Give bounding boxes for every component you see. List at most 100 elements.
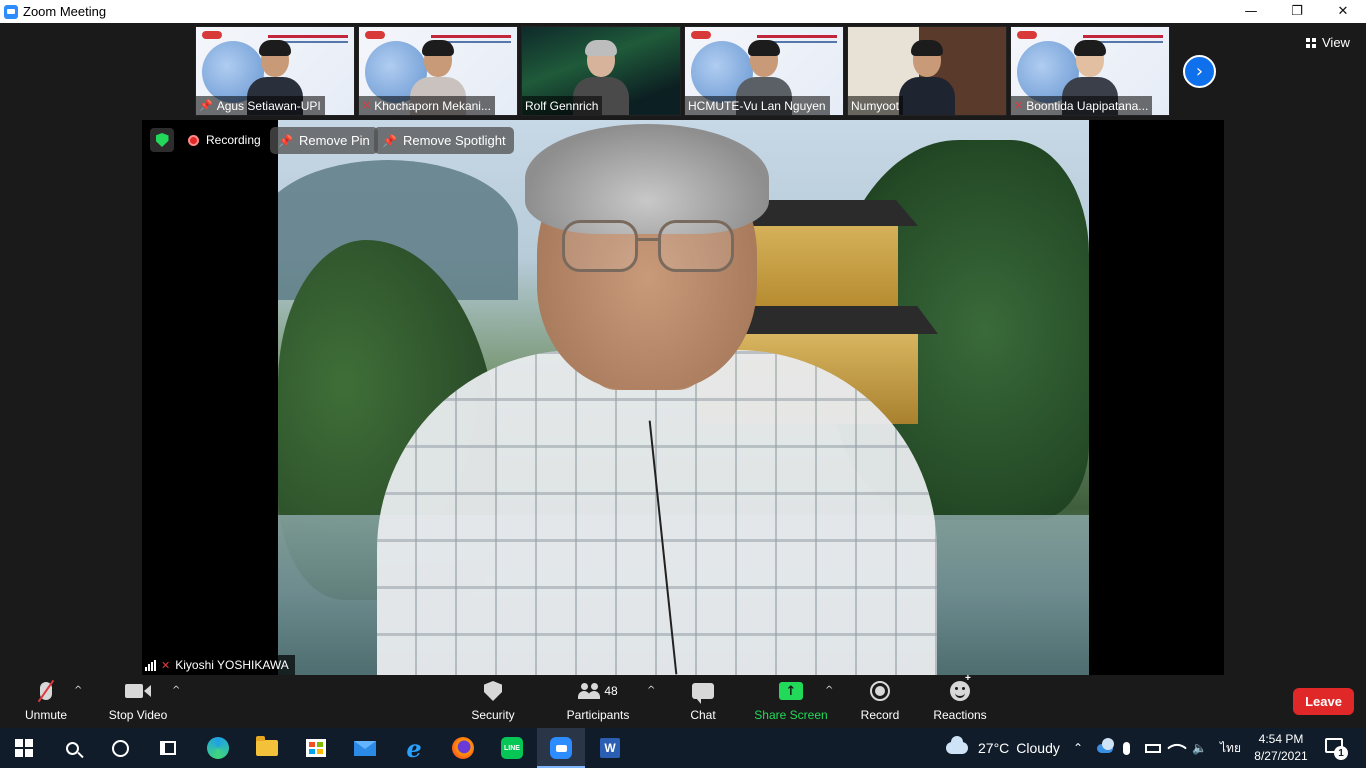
language-indicator[interactable]: ไทย — [1220, 728, 1241, 768]
show-hidden-icons-button[interactable]: ⌃ — [1073, 728, 1083, 768]
participant-name: Boontida Uapipatana... — [1026, 98, 1149, 113]
weather-widget[interactable]: 27°C Cloudy — [946, 728, 1060, 768]
line-taskbar-button[interactable]: LINE — [488, 728, 536, 768]
internet-explorer-taskbar-button[interactable]: e — [390, 728, 438, 768]
volume-tray-icon[interactable]: 🔈 — [1192, 728, 1207, 768]
edge-taskbar-button[interactable] — [194, 728, 242, 768]
mic-muted-icon: ✕ — [362, 99, 372, 112]
smiley-icon: + — [950, 673, 971, 704]
participant-thumbnail[interactable]: ✕ Boontida Uapipatana... — [1010, 26, 1170, 116]
participant-thumbnail[interactable]: Numyoot — [847, 26, 1007, 116]
unmute-button[interactable]: Unmute — [20, 675, 72, 728]
share-options-caret[interactable]: ^ — [825, 685, 833, 696]
active-speaker-video[interactable] — [142, 120, 1224, 675]
participant-name-bar: ✕ Boontida Uapipatana... — [1011, 96, 1153, 115]
participants-icon — [578, 683, 601, 699]
view-label: View — [1322, 35, 1350, 50]
chat-icon — [692, 678, 714, 704]
participant-video — [899, 40, 955, 115]
clock-time: 4:54 PM — [1258, 732, 1304, 746]
participant-thumbnail[interactable]: ✕ Khochaporn Mekani... — [358, 26, 518, 116]
onedrive-tray-icon[interactable] — [1097, 728, 1114, 768]
participant-name: Rolf Gennrich — [525, 98, 599, 113]
participant-name-bar: Numyoot — [848, 96, 904, 115]
notification-count-badge: 1 — [1334, 746, 1348, 760]
share-screen-icon: ↑ — [779, 678, 803, 704]
search-button[interactable] — [48, 728, 96, 768]
zoom-taskbar-button[interactable] — [537, 728, 585, 768]
maximize-button[interactable]: ❐ — [1274, 0, 1320, 23]
video-options-caret[interactable]: ^ — [172, 685, 180, 696]
next-page-button[interactable]: › — [1183, 55, 1216, 88]
task-view-icon — [160, 741, 176, 755]
recording-label: Recording — [206, 133, 261, 147]
word-taskbar-button[interactable]: W — [586, 728, 634, 768]
security-button[interactable]: Security — [466, 675, 520, 728]
participant-thumbnail[interactable]: Rolf Gennrich — [521, 26, 681, 116]
task-view-button[interactable] — [144, 728, 192, 768]
shield-icon — [484, 678, 502, 704]
encryption-shield-icon[interactable] — [150, 128, 174, 152]
reactions-button[interactable]: + Reactions — [930, 673, 990, 728]
participant-thumbnail[interactable]: 📌 Agus Setiawan-UPI — [195, 26, 355, 116]
volume-muted-icon: 🔈 — [1192, 741, 1207, 755]
remove-pin-button[interactable]: 📌 Remove Pin — [270, 127, 378, 154]
onedrive-icon — [1097, 737, 1114, 753]
speaker-name: Kiyoshi YOSHIKAWA — [175, 658, 289, 672]
weather-temp: 27°C — [978, 740, 1010, 756]
mail-taskbar-button[interactable] — [341, 728, 389, 768]
cloud-icon — [946, 736, 968, 754]
chevron-up-icon: ⌃ — [1073, 741, 1084, 755]
record-icon — [870, 678, 890, 704]
leave-button[interactable]: Leave — [1293, 688, 1354, 715]
record-button[interactable]: Record — [856, 675, 904, 728]
participants-button[interactable]: 48 Participants — [562, 675, 634, 728]
weather-desc: Cloudy — [1016, 740, 1060, 756]
taskbar-clock[interactable]: 4:54 PM 8/27/2021 — [1250, 731, 1312, 765]
clock-date: 8/27/2021 — [1254, 749, 1308, 763]
recording-indicator[interactable]: Recording — [180, 128, 269, 152]
cortana-button[interactable] — [96, 728, 144, 768]
edge-icon — [207, 737, 229, 759]
internet-explorer-icon: e — [406, 733, 422, 763]
wifi-icon — [1167, 738, 1187, 758]
store-taskbar-button[interactable] — [292, 728, 340, 768]
share-screen-button[interactable]: ↑ Share Screen — [752, 675, 830, 728]
pin-icon: 📌 — [278, 133, 293, 148]
windows-logo-icon — [15, 739, 33, 757]
start-button[interactable] — [0, 728, 48, 768]
speaker-figure — [357, 120, 947, 675]
remove-pin-label: Remove Pin — [298, 133, 370, 148]
remove-spotlight-label: Remove Spotlight — [402, 133, 506, 148]
participant-name: Khochaporn Mekani... — [374, 98, 491, 113]
audio-options-caret[interactable]: ^ — [74, 685, 82, 696]
view-button[interactable]: View — [1306, 35, 1350, 50]
title-bar: Zoom Meeting — ❐ ✕ — [0, 0, 1366, 23]
pin-icon: 📌 — [199, 99, 213, 112]
firefox-taskbar-button[interactable] — [439, 728, 487, 768]
cortana-icon — [111, 739, 129, 757]
microphone-tray-icon[interactable] — [1123, 728, 1130, 768]
participant-name-bar: Rolf Gennrich — [522, 96, 603, 115]
stop-video-button[interactable]: Stop Video — [106, 675, 170, 728]
participant-thumbnail[interactable]: HCMUTE-Vu Lan Nguyen — [684, 26, 844, 116]
chat-button[interactable]: Chat — [682, 675, 724, 728]
participant-name-bar: ✕ Khochaporn Mekani... — [359, 96, 495, 115]
participants-options-caret[interactable]: ^ — [647, 685, 655, 696]
battery-tray-icon[interactable] — [1145, 728, 1161, 768]
file-explorer-taskbar-button[interactable] — [243, 728, 291, 768]
grid-view-icon — [1306, 37, 1316, 48]
remove-spotlight-button[interactable]: 📌 Remove Spotlight — [374, 127, 514, 154]
signal-strength-icon — [145, 659, 156, 671]
thumbnail-strip: 📌 Agus Setiawan-UPI ✕ Khochaporn Mekani.… — [195, 26, 1170, 116]
mail-icon — [354, 740, 376, 756]
participant-name-bar: 📌 Agus Setiawan-UPI — [196, 96, 325, 115]
zoom-app-icon — [4, 4, 18, 19]
zoom-icon — [550, 737, 572, 759]
wifi-tray-icon[interactable] — [1167, 728, 1187, 768]
video-camera-icon — [125, 678, 151, 704]
meeting-area: 📌 Agus Setiawan-UPI ✕ Khochaporn Mekani.… — [0, 23, 1366, 675]
minimize-button[interactable]: — — [1228, 0, 1274, 23]
word-icon: W — [600, 738, 620, 758]
close-button[interactable]: ✕ — [1320, 0, 1366, 23]
